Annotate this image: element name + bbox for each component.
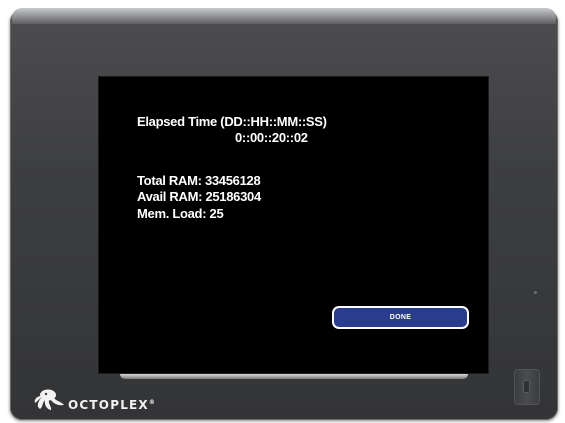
- brand-name: OCTOPLEX®: [68, 398, 156, 412]
- screen-bottom-highlight: [120, 374, 468, 379]
- done-button[interactable]: DONE: [332, 306, 469, 329]
- avail-ram-readout: Avail RAM: 25186304: [137, 189, 261, 204]
- elapsed-time-label: Elapsed Time (DD::HH::MM::SS): [137, 114, 327, 129]
- brand-name-text: OCTOPLEX: [68, 398, 149, 412]
- hardware-button-icon: [523, 380, 530, 393]
- device-top-edge: [12, 8, 556, 24]
- mem-load-readout: Mem. Load: 25: [137, 206, 224, 221]
- hardware-side-button[interactable]: [514, 369, 540, 405]
- total-ram-readout: Total RAM: 33456128: [137, 173, 261, 188]
- brand-logo: OCTOPLEX®: [34, 388, 184, 414]
- trademark-mark: ®: [148, 399, 157, 406]
- elapsed-time-value: 0::00::20::02: [235, 130, 308, 145]
- status-indicator-dot: [534, 291, 537, 294]
